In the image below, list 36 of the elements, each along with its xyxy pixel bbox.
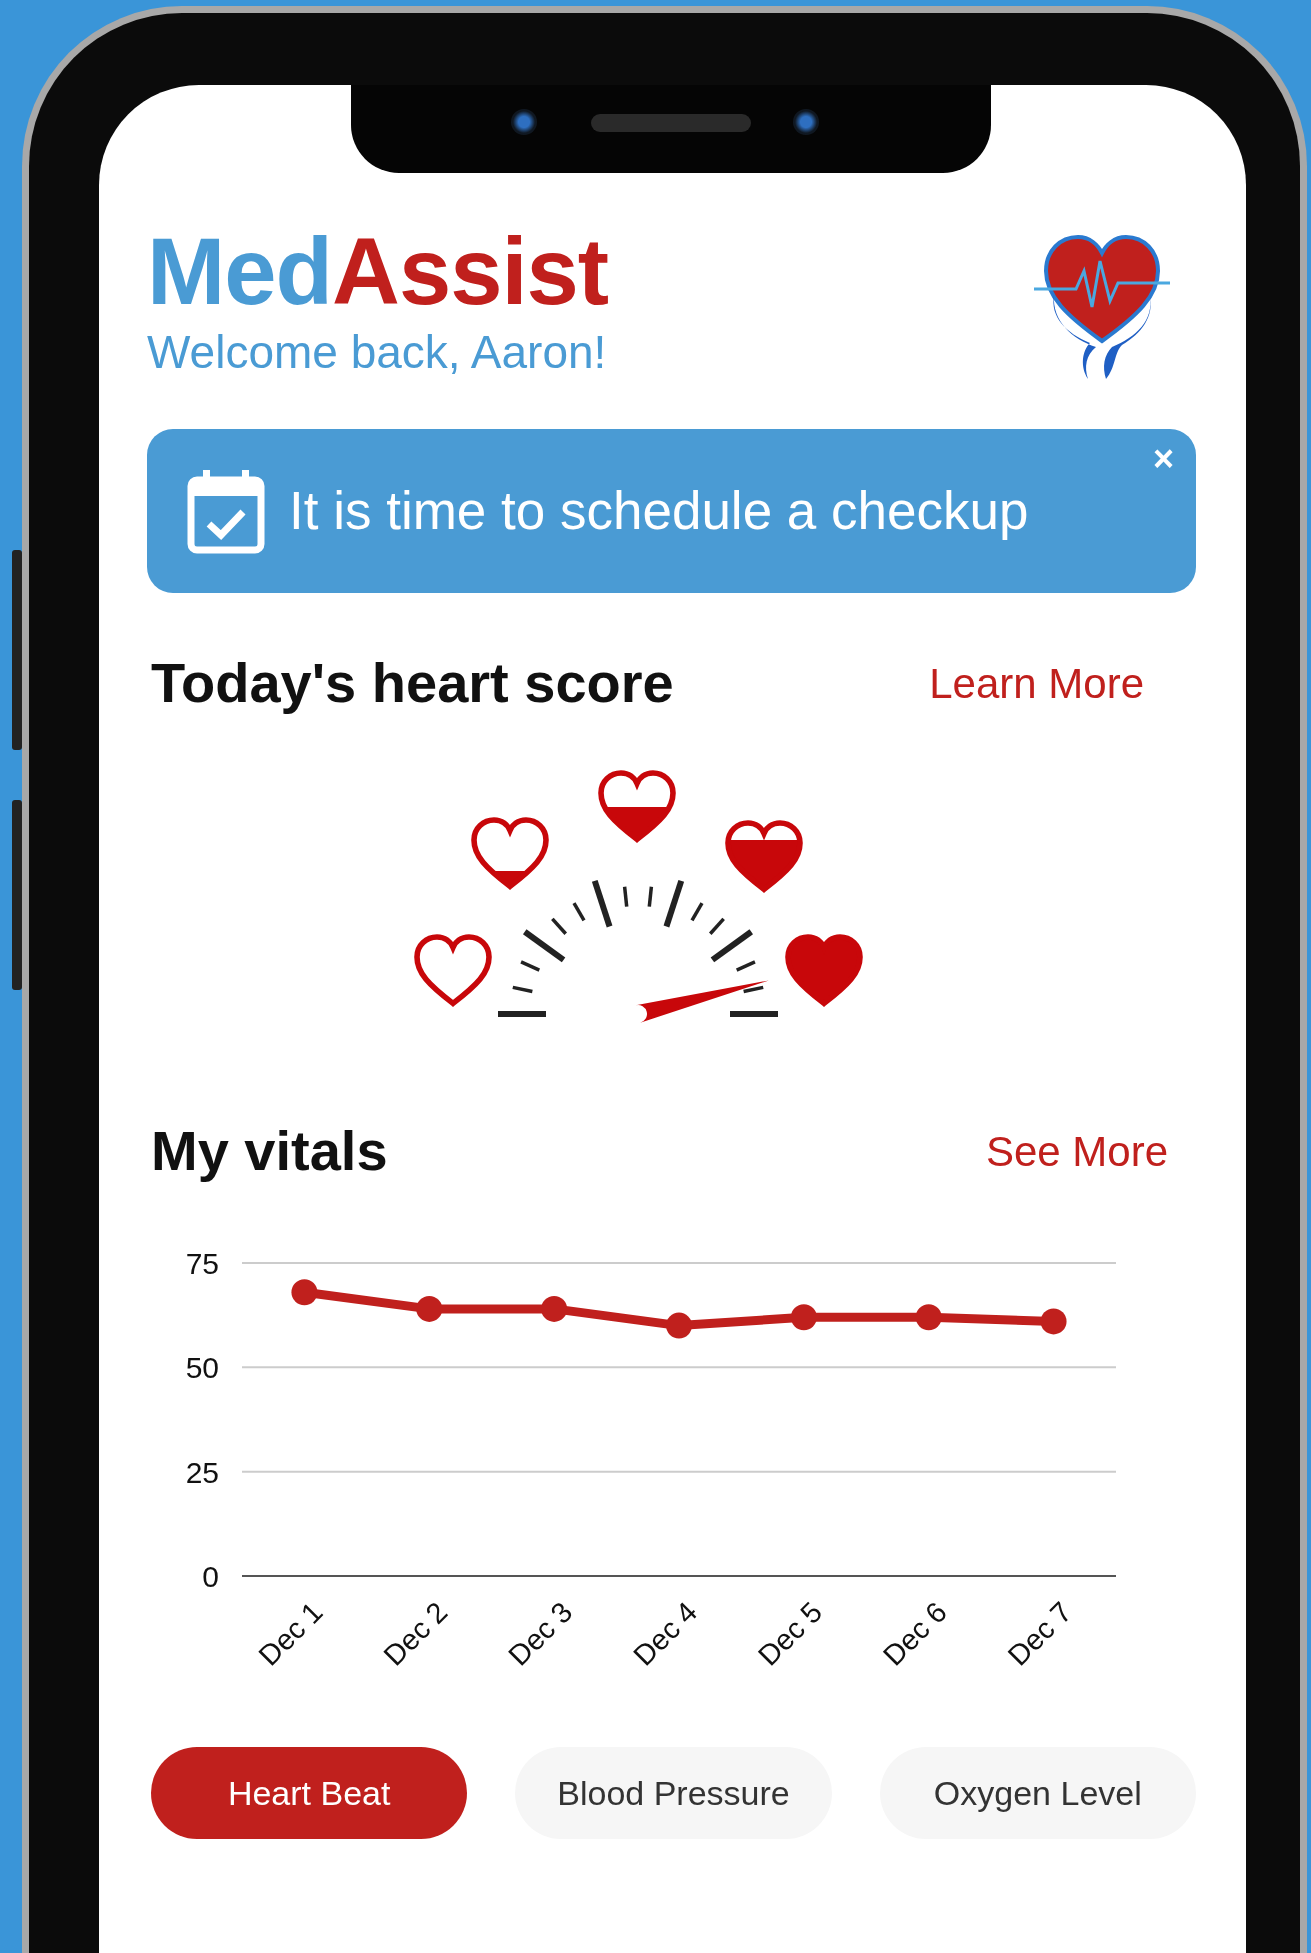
heart-icon (597, 770, 676, 843)
data-point (666, 1312, 692, 1339)
app-logo-text: MedAssist (147, 225, 609, 319)
heart-icon (413, 934, 492, 1007)
axis-category-label: Dec 2 (377, 1595, 454, 1672)
axis-category-label: Dec 7 (1001, 1595, 1078, 1672)
data-point (416, 1295, 443, 1322)
see-more-link[interactable]: See More (985, 1119, 1168, 1183)
data-point (1040, 1308, 1067, 1335)
vitals-tab[interactable]: Oxygen Level (879, 1747, 1196, 1839)
data-point (291, 1279, 318, 1306)
learn-more-link[interactable]: Learn More (929, 651, 1144, 715)
vitals-tab[interactable]: Heart Beat (151, 1747, 468, 1839)
notification-message: It is time to schedule a checkup (289, 480, 1029, 543)
welcome-text: Welcome back, Aaron! (147, 327, 608, 378)
camera-icon (511, 109, 537, 135)
axis-category-label: Dec 1 (252, 1595, 329, 1672)
axis-category-label: Dec 4 (627, 1595, 704, 1672)
data-point (915, 1304, 942, 1331)
axis-category-label: Dec 6 (876, 1595, 953, 1672)
heart-icon (470, 817, 549, 890)
data-point (790, 1304, 817, 1331)
axis-category-label: Dec 5 (751, 1595, 829, 1672)
vitals-tab[interactable]: Blood Pressure (515, 1747, 832, 1839)
section-title: My vitals (151, 1118, 388, 1184)
camera-icon (793, 109, 819, 135)
calendar-check-icon (187, 468, 265, 554)
heart-icon (784, 934, 863, 1007)
axis-category-label: Dec 3 (502, 1595, 579, 1672)
axis-tick-label: 50 (185, 1351, 219, 1385)
heart-icon (724, 820, 803, 893)
axis-tick-label: 0 (202, 1560, 219, 1593)
axis-tick-label: 25 (185, 1455, 219, 1489)
section-title: Today's heart score (151, 650, 674, 716)
data-point (541, 1295, 568, 1322)
axis-tick-label: 75 (185, 1247, 219, 1280)
